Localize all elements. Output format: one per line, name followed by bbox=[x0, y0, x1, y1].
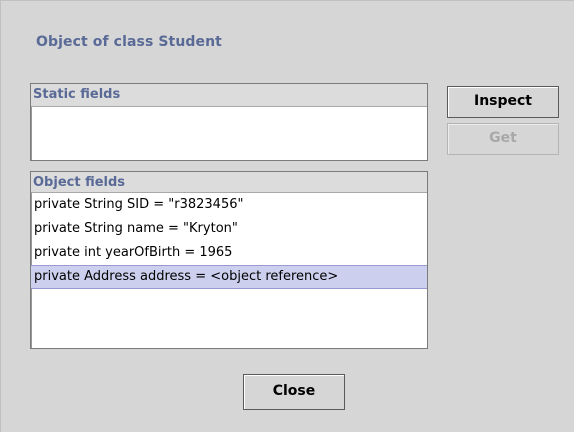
field-row-name[interactable]: private String name = "Kryton" bbox=[31, 217, 427, 241]
object-inspector-dialog: Object of class Student Static fields Ob… bbox=[0, 0, 574, 432]
field-row-year-of-birth[interactable]: private int yearOfBirth = 1965 bbox=[31, 241, 427, 265]
object-fields-panel[interactable]: Object fields private String SID = "r382… bbox=[30, 171, 428, 349]
static-fields-panel[interactable]: Static fields bbox=[30, 83, 428, 161]
field-row-sid[interactable]: private String SID = "r3823456" bbox=[31, 193, 427, 217]
object-fields-header: Object fields bbox=[31, 172, 427, 193]
dialog-title: Object of class Student bbox=[36, 34, 222, 50]
get-button[interactable]: Get bbox=[447, 123, 559, 155]
static-fields-header: Static fields bbox=[31, 84, 427, 107]
object-fields-list[interactable]: private String SID = "r3823456" private … bbox=[31, 193, 427, 289]
inspect-button[interactable]: Inspect bbox=[447, 86, 559, 118]
close-button[interactable]: Close bbox=[243, 374, 345, 410]
field-row-address[interactable]: private Address address = <object refere… bbox=[31, 265, 427, 289]
